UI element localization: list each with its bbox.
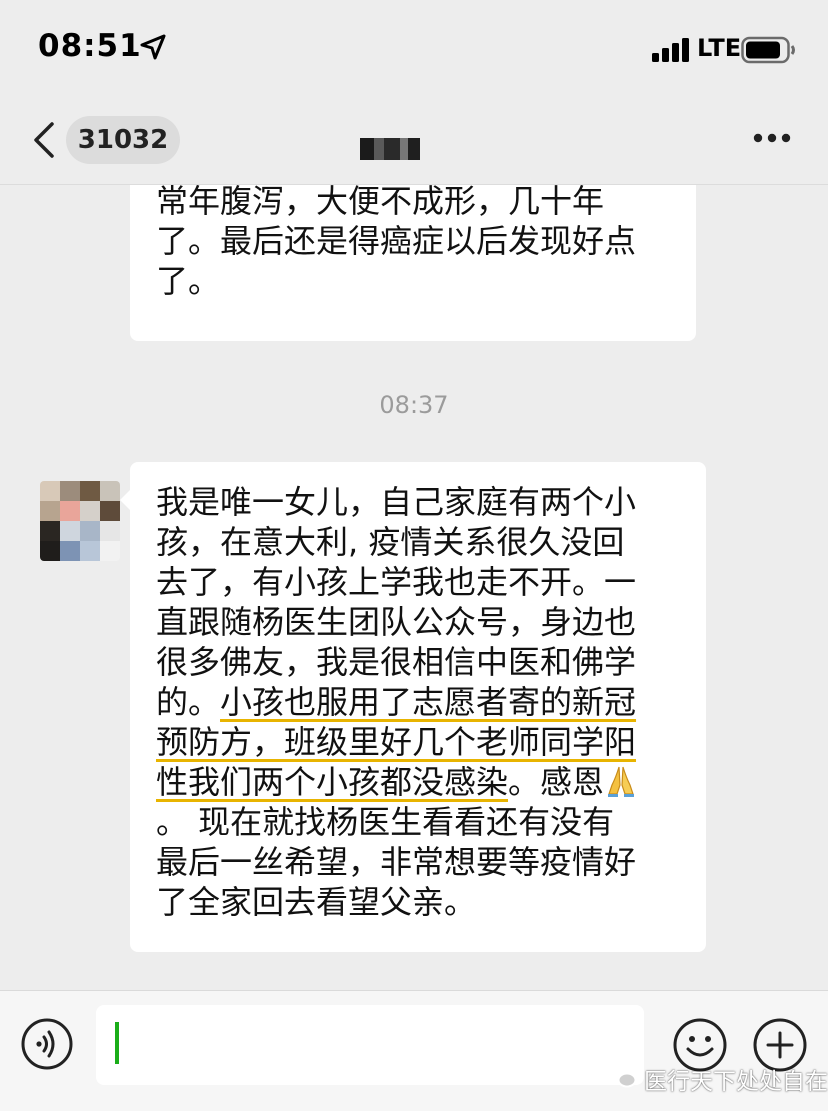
contact-name-redacted bbox=[360, 138, 420, 160]
watermark-text: 医行天下处处自在 bbox=[644, 1069, 828, 1095]
message-line: 性我们两个小孩都没感染。感恩 bbox=[156, 762, 686, 802]
location-arrow-icon bbox=[140, 34, 166, 60]
incoming-message-bubble[interactable]: 我是唯一女儿，自己家庭有两个小 孩，在意大利, 疫情关系很久没回 去了，有小孩上学我… bbox=[120, 462, 706, 952]
network-type: LTE bbox=[697, 34, 742, 62]
message-line: 常年腹泻，大便不成形，几十年 bbox=[156, 185, 605, 220]
message-list[interactable]: 常年腹泻，大便不成形，几十年 了。最后还是得癌症以后发现好点 了。 08:37 … bbox=[0, 185, 828, 990]
previous-message-bubble[interactable]: 常年腹泻，大便不成形，几十年 了。最后还是得癌症以后发现好点 了。 bbox=[130, 185, 696, 341]
message-text: 了全家回去看望父亲。 bbox=[156, 883, 477, 921]
message-text: 。感恩 bbox=[508, 763, 605, 801]
chat-screen: 08:51 LTE 31032 常年腹泻，大便不成形，几十年 了。最后还是得癌症… bbox=[0, 0, 828, 1111]
unread-count-label: 31032 bbox=[77, 125, 169, 155]
chat-header: 31032 bbox=[0, 96, 828, 185]
message-line: 直跟随杨医生团队公众号，身边也 bbox=[156, 602, 686, 642]
message-text: 去了，有小孩上学我也走不开。一 bbox=[156, 563, 637, 601]
highlighted-text: 小孩也服用了志愿者寄的新冠 bbox=[220, 683, 637, 721]
voice-icon[interactable] bbox=[20, 1017, 74, 1071]
message-text: 。 现在就找杨医生看看还有没有 bbox=[156, 803, 615, 841]
message-timestamp: 08:37 bbox=[379, 391, 449, 419]
wechat-icon bbox=[607, 1066, 637, 1088]
message-line: 了。 bbox=[156, 262, 221, 300]
watermark: 医行天下处处自在 bbox=[606, 1060, 828, 1096]
status-bar: 08:51 LTE bbox=[0, 0, 828, 96]
signal-icon bbox=[652, 38, 689, 62]
message-line: 最后一丝希望，非常想要等疫情好 bbox=[156, 842, 686, 882]
more-icon[interactable] bbox=[752, 130, 792, 146]
message-text: 孩，在意大利, 疫情关系很久没回 bbox=[156, 523, 625, 561]
highlighted-text: 性我们两个小孩都没感染 bbox=[156, 763, 509, 801]
highlighted-text: 预防方，班级里好几个老师同学阳 bbox=[156, 723, 637, 761]
message-line: 很多佛友，我是很相信中医和佛学 bbox=[156, 642, 686, 682]
status-time: 08:51 bbox=[38, 28, 142, 64]
message-text: 很多佛友，我是很相信中医和佛学 bbox=[156, 643, 637, 681]
message-line: 去了，有小孩上学我也走不开。一 bbox=[156, 562, 686, 602]
back-icon[interactable] bbox=[30, 122, 58, 158]
unread-count-badge[interactable]: 31032 bbox=[66, 116, 180, 164]
message-text: 直跟随杨医生团队公众号，身边也 bbox=[156, 603, 637, 641]
message-line: 孩，在意大利, 疫情关系很久没回 bbox=[156, 522, 686, 562]
message-line: 我是唯一女儿，自己家庭有两个小 bbox=[156, 482, 686, 522]
message-line: 的。小孩也服用了志愿者寄的新冠 bbox=[156, 682, 686, 722]
avatar[interactable] bbox=[40, 481, 120, 561]
message-text: 最后一丝希望，非常想要等疫情好 bbox=[156, 843, 637, 881]
text-caret bbox=[115, 1022, 119, 1064]
message-line: 预防方，班级里好几个老师同学阳 bbox=[156, 722, 686, 762]
message-line: 了全家回去看望父亲。 bbox=[156, 882, 686, 922]
battery-icon bbox=[741, 36, 795, 64]
message-input[interactable] bbox=[96, 1005, 644, 1085]
praying-hands-icon bbox=[608, 766, 635, 797]
message-line: 了。最后还是得癌症以后发现好点 bbox=[156, 222, 637, 260]
message-text: 我是唯一女儿，自己家庭有两个小 bbox=[156, 483, 637, 521]
message-text: 的。 bbox=[156, 683, 221, 721]
message-line: 。 现在就找杨医生看看还有没有 bbox=[156, 802, 686, 842]
